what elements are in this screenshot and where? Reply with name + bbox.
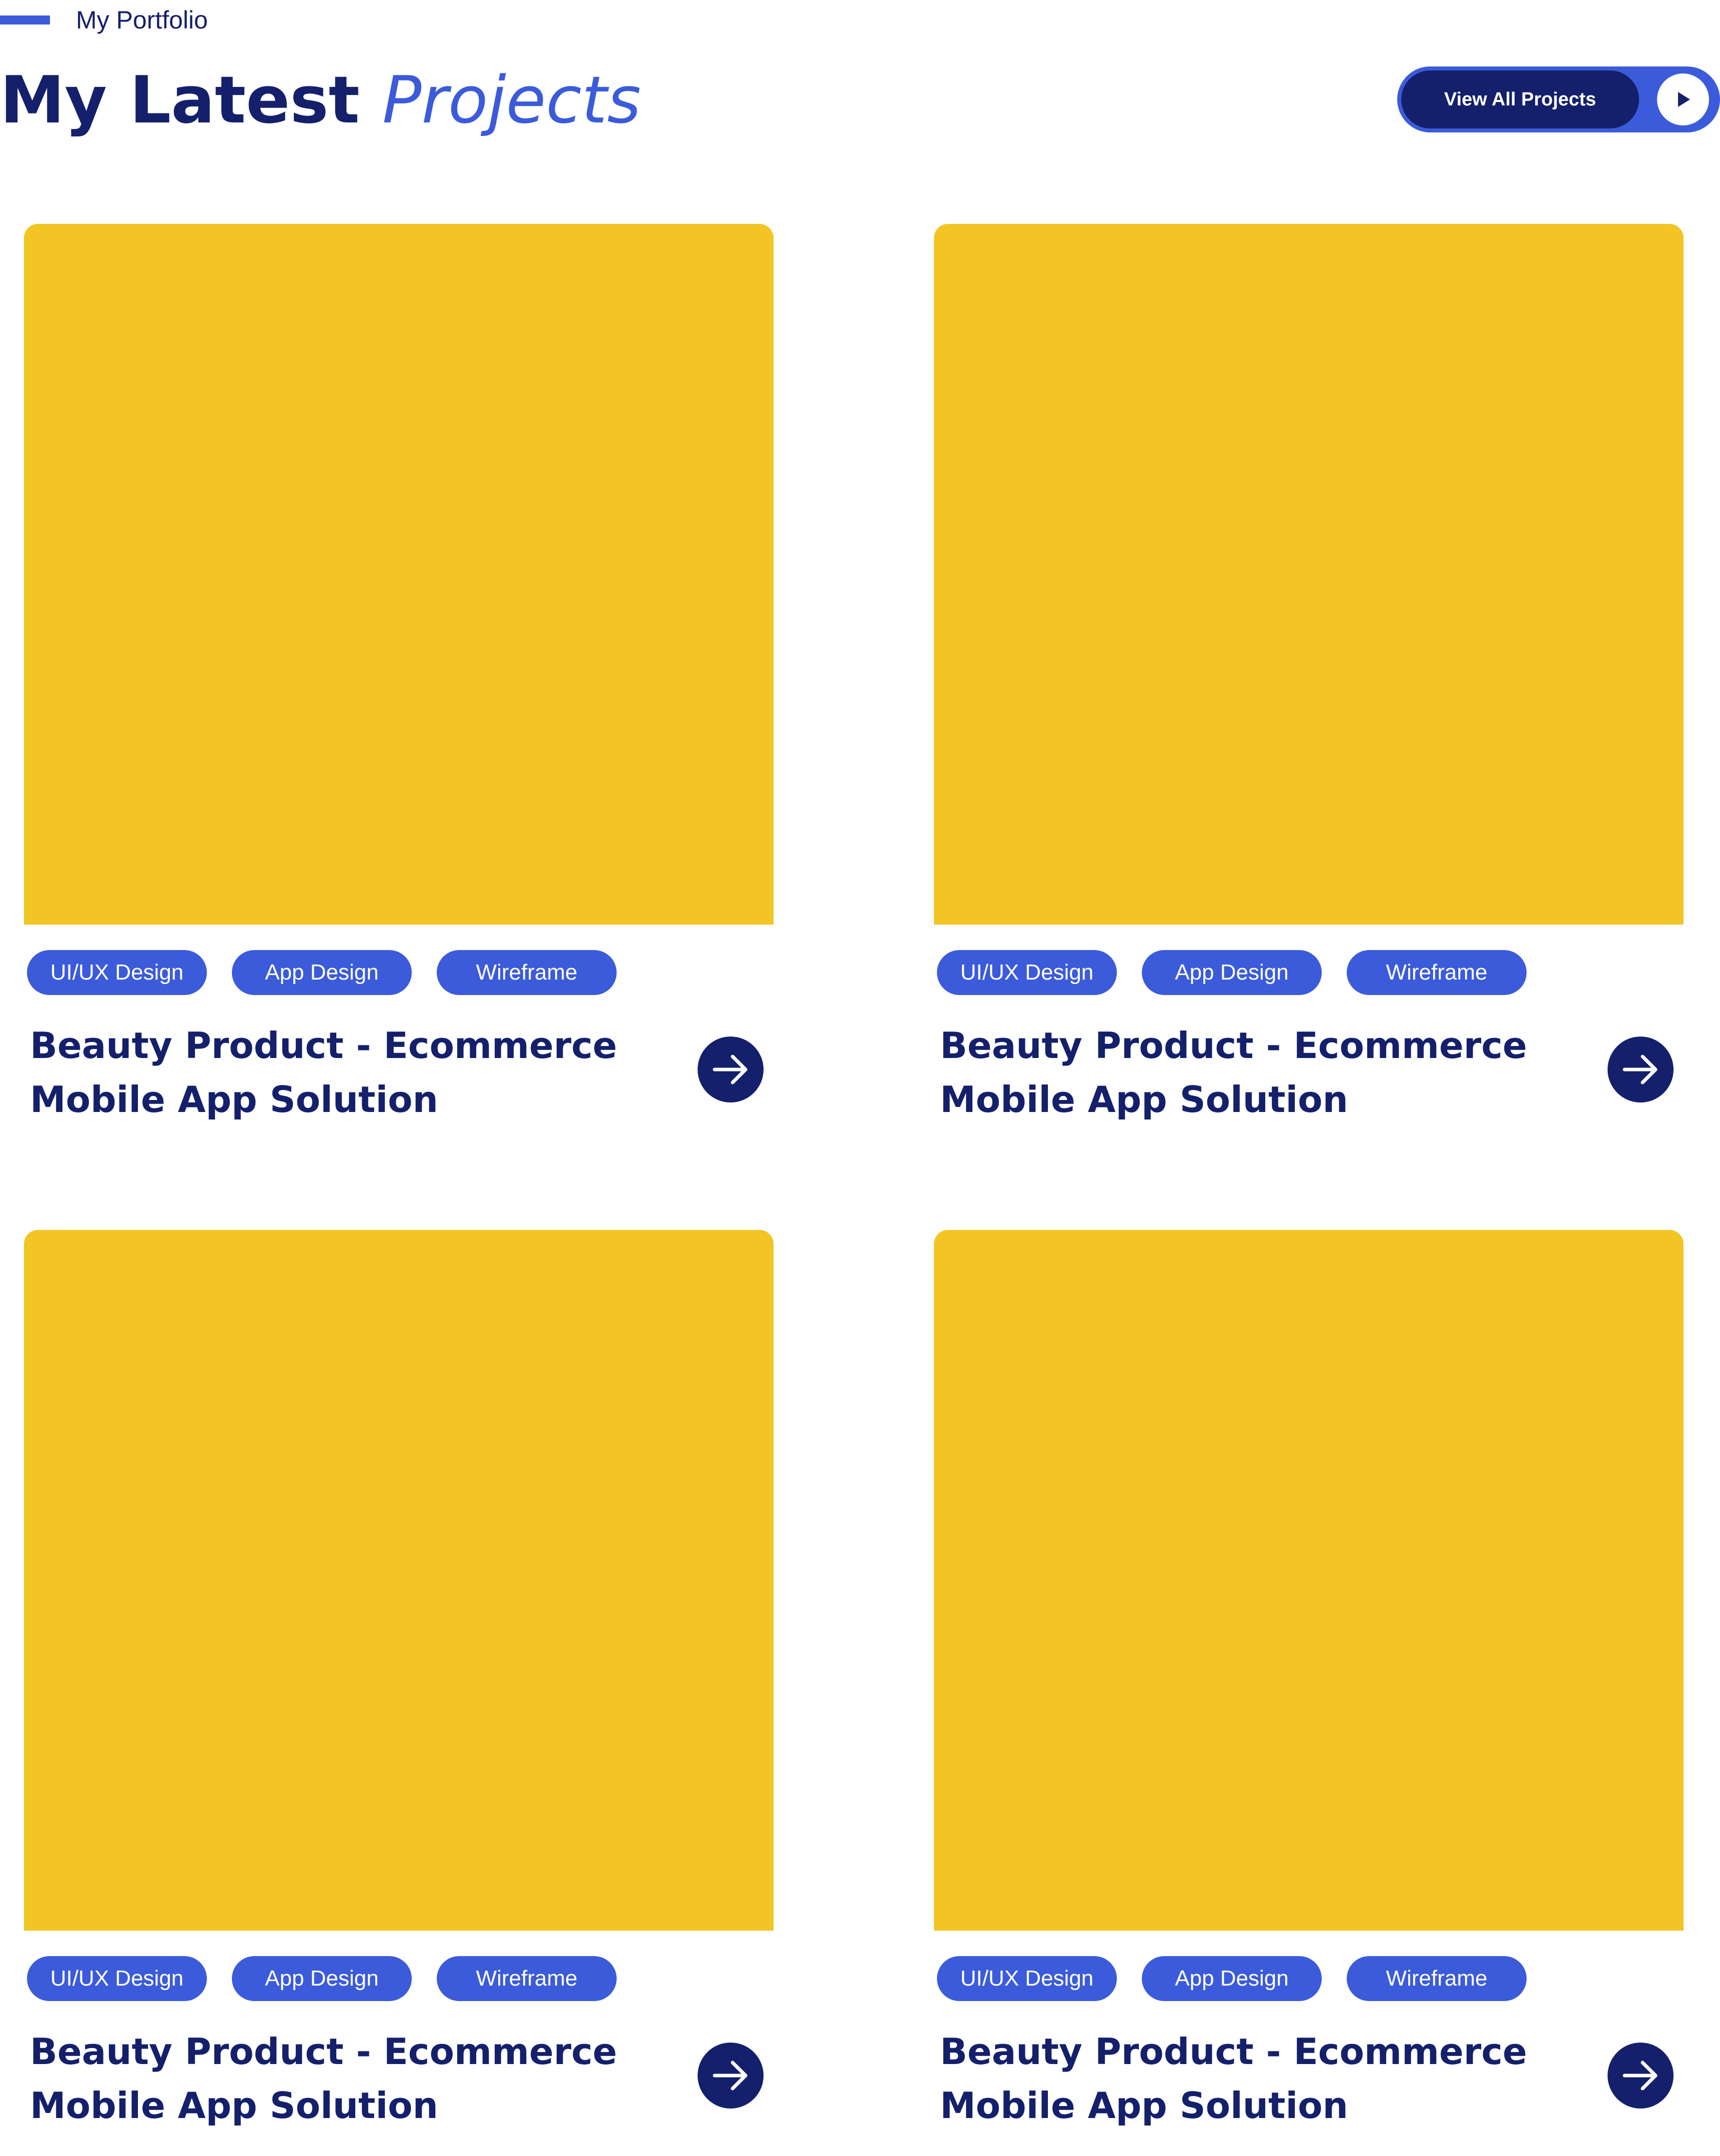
tag-wireframe[interactable]: Wireframe <box>1347 1956 1527 2001</box>
section-title-accent: Projects <box>382 62 641 138</box>
project-open-button[interactable] <box>1608 1037 1674 1102</box>
eyebrow-label: My Portfolio <box>76 6 208 34</box>
section-title-strong: My Latest <box>0 62 360 138</box>
project-open-button[interactable] <box>698 1037 764 1102</box>
arrow-right-icon <box>713 2061 748 2091</box>
tag-wireframe[interactable]: Wireframe <box>1347 950 1527 995</box>
project-tags: UI/UX Design App Design Wireframe <box>27 1956 617 2001</box>
project-title[interactable]: Beauty Product - Ecommerce Mobile App So… <box>940 1019 1570 1126</box>
section-eyebrow: My Portfolio <box>0 5 208 35</box>
tag-ui-ux-design[interactable]: UI/UX Design <box>937 950 1117 995</box>
project-card: UI/UX Design App Design Wireframe Beauty… <box>24 1230 774 2156</box>
tag-app-design[interactable]: App Design <box>1142 950 1322 995</box>
project-card: UI/UX Design App Design Wireframe Beauty… <box>24 224 774 1150</box>
tag-wireframe[interactable]: Wireframe <box>437 950 617 995</box>
play-icon <box>1657 73 1709 125</box>
section-title: My Latest Projects <box>0 60 641 140</box>
project-title[interactable]: Beauty Product - Ecommerce Mobile App So… <box>940 2025 1570 2133</box>
project-image[interactable] <box>24 224 774 925</box>
view-all-projects-label: View All Projects <box>1401 70 1639 128</box>
tag-ui-ux-design[interactable]: UI/UX Design <box>937 1956 1117 2001</box>
projects-grid: UI/UX Design App Design Wireframe Beauty… <box>24 224 1696 2156</box>
tag-app-design[interactable]: App Design <box>232 950 412 995</box>
tag-wireframe[interactable]: Wireframe <box>437 1956 617 2001</box>
tag-ui-ux-design[interactable]: UI/UX Design <box>27 1956 207 2001</box>
project-image[interactable] <box>934 224 1684 925</box>
project-card: UI/UX Design App Design Wireframe Beauty… <box>934 224 1684 1150</box>
project-card: UI/UX Design App Design Wireframe Beauty… <box>934 1230 1684 2156</box>
tag-app-design[interactable]: App Design <box>232 1956 412 2001</box>
arrow-right-icon <box>1623 1055 1658 1084</box>
project-title[interactable]: Beauty Product - Ecommerce Mobile App So… <box>30 2025 660 2133</box>
eyebrow-line <box>0 15 50 24</box>
tag-app-design[interactable]: App Design <box>1142 1956 1322 2001</box>
project-title[interactable]: Beauty Product - Ecommerce Mobile App So… <box>30 1019 660 1126</box>
project-tags: UI/UX Design App Design Wireframe <box>937 1956 1527 2001</box>
project-image[interactable] <box>24 1230 774 1931</box>
project-tags: UI/UX Design App Design Wireframe <box>937 950 1527 995</box>
arrow-right-icon <box>1623 2061 1658 2091</box>
arrow-right-icon <box>713 1055 748 1084</box>
project-tags: UI/UX Design App Design Wireframe <box>27 950 617 995</box>
project-image[interactable] <box>934 1230 1684 1931</box>
view-all-projects-button[interactable]: View All Projects <box>1397 66 1720 132</box>
tag-ui-ux-design[interactable]: UI/UX Design <box>27 950 207 995</box>
project-open-button[interactable] <box>698 2043 764 2109</box>
project-open-button[interactable] <box>1608 2043 1674 2109</box>
